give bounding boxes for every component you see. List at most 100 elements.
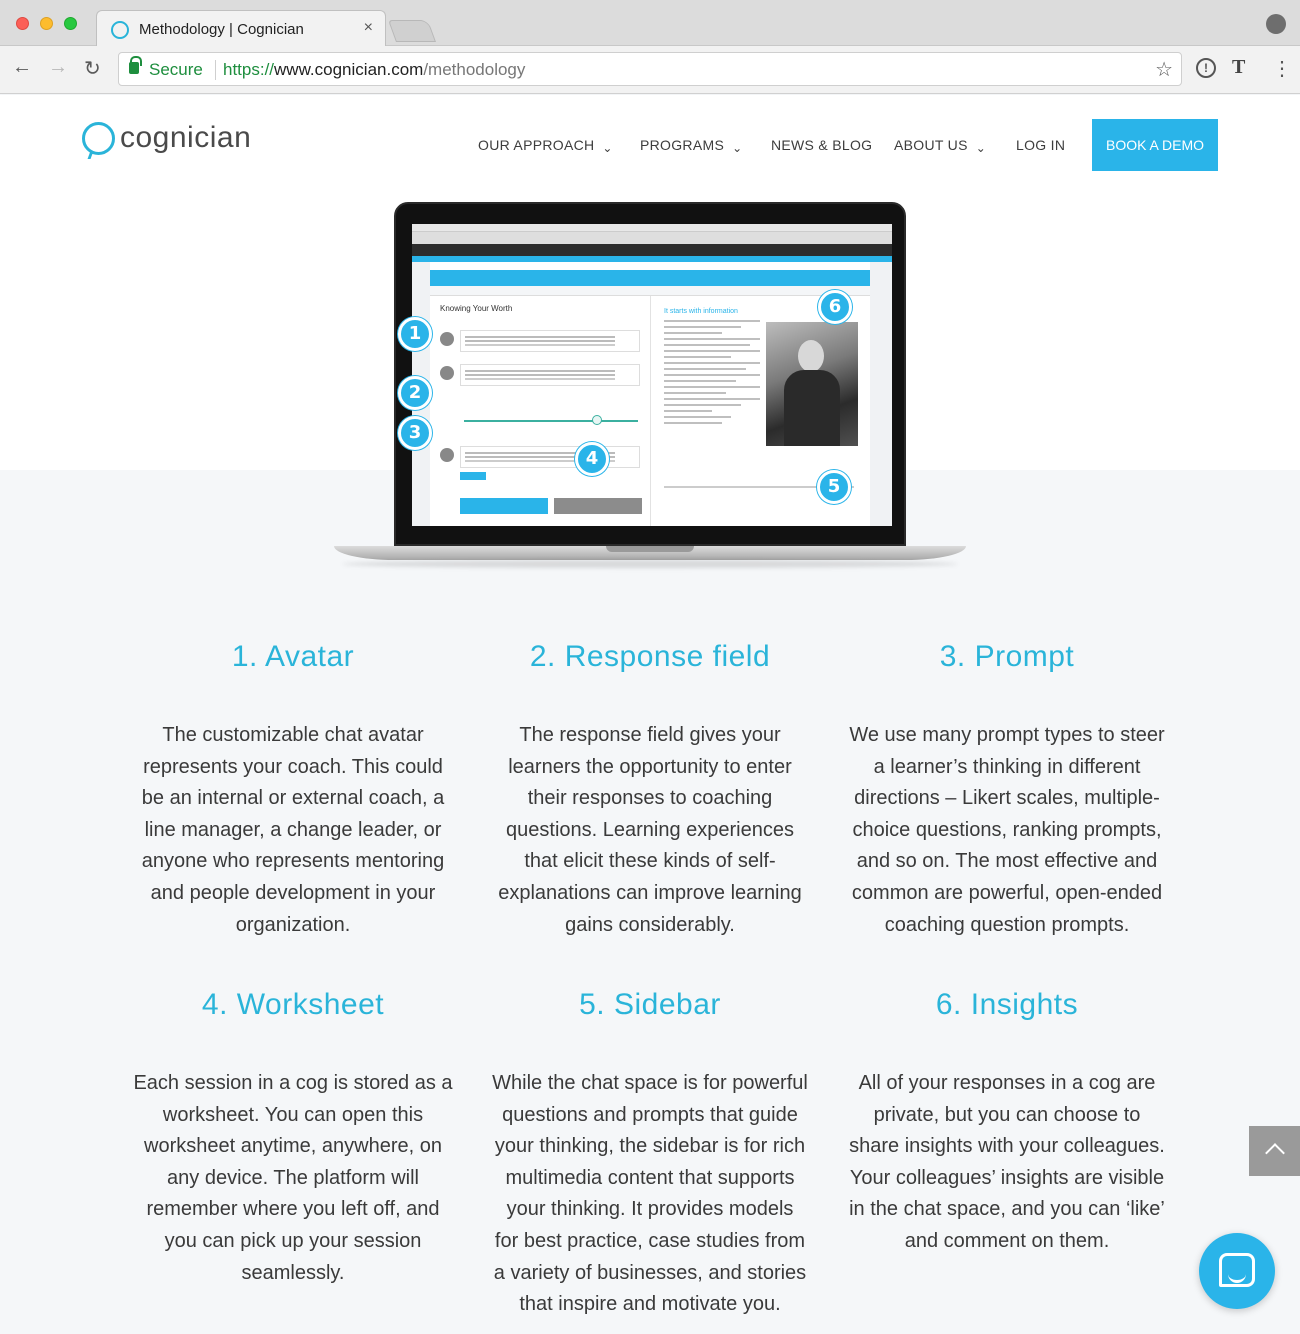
feature-body: While the chat space is for powerful que… xyxy=(480,1068,820,1321)
logo-icon[interactable] xyxy=(82,122,115,155)
chevron-down-icon: ⌄ xyxy=(602,141,613,155)
maximize-window-button[interactable] xyxy=(64,17,77,30)
nav-programs[interactable]: PROGRAMS ⌄ xyxy=(640,137,743,155)
avatar xyxy=(440,332,454,346)
export-button-mock xyxy=(554,498,642,514)
nav-label: OUR APPROACH xyxy=(478,137,595,153)
nav-label: ABOUT US xyxy=(894,137,968,153)
feature-title: 5. Sidebar xyxy=(579,988,721,1021)
close-window-button[interactable] xyxy=(16,17,29,30)
avatar xyxy=(440,366,454,380)
extension-t-icon[interactable]: T xyxy=(1232,56,1245,79)
feature-line: organization. xyxy=(235,913,351,936)
feature-title: 6. Insights xyxy=(935,988,1079,1021)
feature-line: their responses to coaching xyxy=(527,787,773,810)
feature-line: multimedia content that supports xyxy=(505,1166,795,1189)
star-icon[interactable]: ☆ xyxy=(1155,57,1173,82)
back-icon[interactable]: ← xyxy=(12,56,32,79)
chat-row xyxy=(440,364,640,386)
lock-icon xyxy=(129,56,142,74)
feature-line: represents your coach. This could xyxy=(143,755,443,778)
feature-line: worksheet. You can open this xyxy=(162,1103,424,1126)
feature-line: for best practice, case studies from xyxy=(494,1229,806,1252)
menu-icon[interactable]: ⋮ xyxy=(1272,56,1292,81)
callout-badge-2: 2 xyxy=(398,376,432,410)
feature-line: anyone who represents mentoring xyxy=(141,850,445,873)
feature-prompt: 3. Prompt We use many prompt types to st… xyxy=(837,640,1177,936)
feature-line: that inspire and motivate you. xyxy=(519,1293,781,1316)
feature-worksheet: 4. Worksheet Each session in a cog is st… xyxy=(123,988,463,1284)
chat-bubble xyxy=(460,330,640,352)
feature-line: gains considerably. xyxy=(565,913,735,936)
extension-icon[interactable]: ! xyxy=(1196,58,1216,78)
feature-body: All of your responses in a cog are priva… xyxy=(837,1068,1177,1258)
app-title: Knowing Your Worth xyxy=(440,304,513,313)
feature-line: in the chat space, and you can ‘like’ xyxy=(849,1198,1165,1221)
app-topline xyxy=(412,256,892,262)
feature-body: We use many prompt types to steer a lear… xyxy=(837,720,1177,941)
feature-line: questions and prompts that guide xyxy=(502,1103,798,1126)
chat-launcher-button[interactable] xyxy=(1199,1233,1275,1309)
nav-our-approach[interactable]: OUR APPROACH ⌄ xyxy=(478,137,613,155)
callout-badge-1: 1 xyxy=(398,317,432,351)
feature-line: that elicit these kinds of self- xyxy=(524,850,776,873)
app-dark-bar xyxy=(412,244,892,256)
feature-body: The response field gives your learners t… xyxy=(480,720,820,941)
feature-line: your thinking, the sidebar is for rich xyxy=(494,1135,806,1158)
nav-news-blog[interactable]: NEWS & BLOG xyxy=(771,137,872,153)
url-text[interactable]: https://www.cognician.com/methodology xyxy=(223,60,525,80)
feature-line: coaching question prompts. xyxy=(884,913,1130,936)
app-tabs xyxy=(430,286,870,296)
feature-line: While the chat space is for powerful xyxy=(492,1072,808,1094)
nav-label: NEWS & BLOG xyxy=(771,137,873,153)
slider-knob xyxy=(592,415,602,425)
secure-label: Secure xyxy=(149,60,203,79)
reload-icon[interactable]: ↻ xyxy=(84,56,101,81)
chat-bubble xyxy=(460,364,640,386)
feature-body: Each session in a cog is stored as a wor… xyxy=(123,1068,463,1289)
browser-tab[interactable]: Methodology | Cognician × xyxy=(96,10,386,47)
feature-title: 1. Avatar xyxy=(231,640,355,673)
feature-line: you can pick up your session xyxy=(164,1229,422,1252)
feature-line: a variety of businesses, and stories xyxy=(493,1261,807,1284)
feature-title: 3. Prompt xyxy=(939,640,1075,673)
chevron-down-icon: ⌄ xyxy=(732,141,743,155)
chevron-up-icon xyxy=(1265,1143,1285,1163)
scroll-to-top-button[interactable] xyxy=(1249,1126,1300,1176)
chat-row xyxy=(440,446,640,468)
mac-menubar xyxy=(412,224,892,232)
feature-line: share insights with your colleagues. xyxy=(849,1135,1165,1158)
sidebar-title: It starts with information xyxy=(664,308,738,315)
profile-icon[interactable] xyxy=(1266,14,1286,34)
continue-button-mock xyxy=(460,472,486,480)
address-bar[interactable]: Secure https://www.cognician.com/methodo… xyxy=(118,52,1182,86)
feature-line: and people development in your xyxy=(150,881,436,904)
nav-label: PROGRAMS xyxy=(640,137,725,153)
feature-line: directions – Likert scales, multiple- xyxy=(854,787,1160,810)
omnibox-divider xyxy=(215,60,216,80)
book-demo-button[interactable]: BOOK A DEMO xyxy=(1092,119,1218,171)
laptop-illustration: Knowing Your Worth It starts with inform… xyxy=(334,202,966,572)
laptop-shadow xyxy=(342,560,958,568)
callout-badge-3: 3 xyxy=(398,416,432,450)
forward-icon[interactable]: → xyxy=(48,56,68,79)
tab-title: Methodology | Cognician xyxy=(139,21,304,38)
portrait-photo xyxy=(766,322,858,446)
feature-line: and comment on them. xyxy=(904,1229,1110,1252)
feature-line: The response field gives your xyxy=(519,724,781,746)
tab-close-icon[interactable]: × xyxy=(364,19,373,37)
feature-line: any device. The platform will xyxy=(167,1166,419,1189)
nav-log-in[interactable]: LOG IN xyxy=(1016,137,1065,153)
callout-badge-6: 6 xyxy=(818,290,852,324)
avatar xyxy=(440,448,454,462)
feature-line: line manager, a change leader, or xyxy=(144,818,442,841)
logo-text[interactable]: cognician xyxy=(120,121,251,155)
nav-about-us[interactable]: ABOUT US ⌄ xyxy=(894,137,986,155)
feature-line: and so on. The most effective and xyxy=(856,850,1158,873)
new-tab-button[interactable] xyxy=(387,20,437,42)
chat-icon xyxy=(1219,1253,1255,1287)
feature-line: We use many prompt types to steer xyxy=(849,724,1165,746)
feature-line: worksheet anytime, anywhere, on xyxy=(144,1135,442,1158)
minimize-window-button[interactable] xyxy=(40,17,53,30)
feature-line: seamlessly. xyxy=(241,1261,345,1284)
